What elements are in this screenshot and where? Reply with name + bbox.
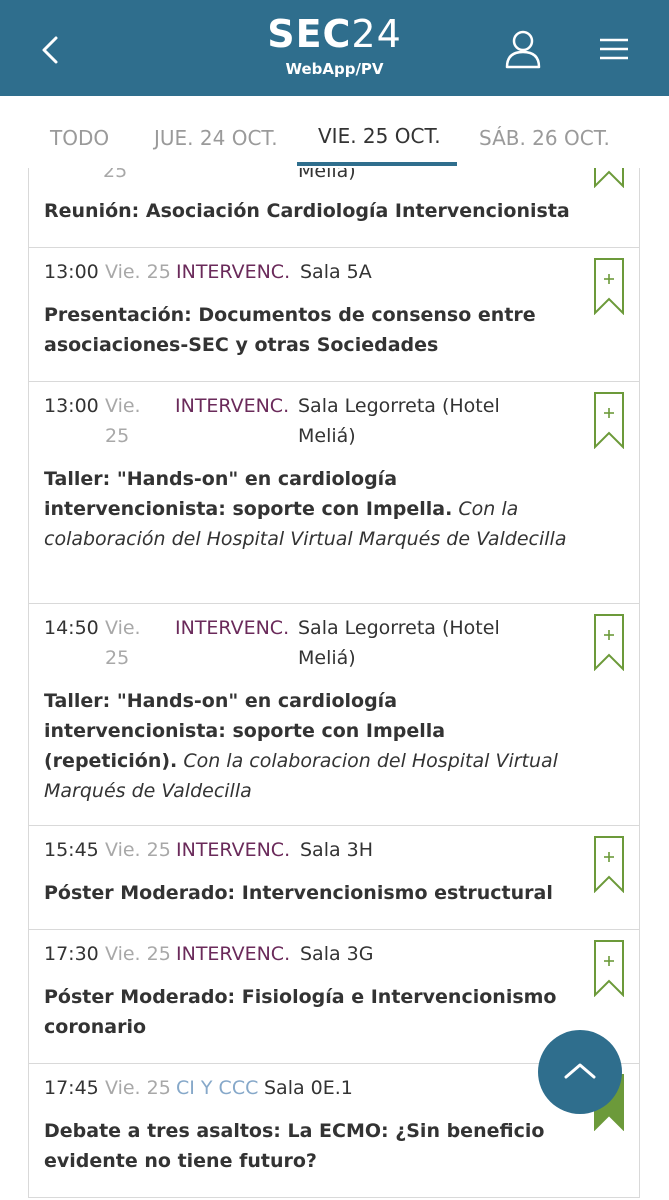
tab-jue-24[interactable]: JUE. 24 OCT. <box>154 126 278 150</box>
session-card[interactable]: 14:50 Vie. 25 INTERVENC. Sala Legorreta … <box>28 604 640 826</box>
logo-sec: SEC <box>267 12 352 56</box>
active-tab-indicator <box>297 162 457 166</box>
bookmark-add-icon[interactable] <box>593 835 625 893</box>
session-category[interactable]: INTERVENC. <box>176 257 290 287</box>
tab-sab-26[interactable]: SÁB. 26 OCT. <box>479 126 610 150</box>
session-category[interactable]: CI Y CCC <box>176 1073 258 1103</box>
app-logo: SEC24 WebApp/PV <box>0 12 669 78</box>
session-card[interactable]: 15:45 Vie. 25 INTERVENC. Sala 3H Póster … <box>28 826 640 930</box>
session-title: Reunión: Asociación Cardiología Interven… <box>44 200 570 222</box>
session-title-block: Póster Moderado: Fisiología e Intervenci… <box>44 982 584 1042</box>
session-title-block: Póster Moderado: Intervencionismo estruc… <box>44 878 584 908</box>
session-category[interactable]: INTERVENC. <box>175 391 289 421</box>
tab-vie-25[interactable]: VIE. 25 OCT. <box>318 124 441 148</box>
bookmark-add-icon[interactable] <box>593 257 625 315</box>
user-icon <box>505 30 541 69</box>
session-time: 15:45 <box>44 839 99 861</box>
session-time: 17:30 <box>44 943 99 965</box>
session-title-block: Reunión: Asociación Cardiología Interven… <box>44 196 584 226</box>
bookmark-add-icon[interactable] <box>593 939 625 997</box>
user-button[interactable] <box>502 28 544 70</box>
session-title-block: Debate a tres asaltos: La ECMO: ¿Sin ben… <box>44 1116 584 1176</box>
session-title-block: Taller: "Hands-on" en cardiología interv… <box>44 686 584 806</box>
session-room: Sala 3G <box>300 943 374 965</box>
session-category[interactable]: INTERVENC. <box>176 939 290 969</box>
session-room: Sala Legorreta (Hotel Meliá) <box>298 395 500 447</box>
chevron-up-icon <box>564 1063 596 1079</box>
session-time: 17:45 <box>44 1077 99 1099</box>
session-day: Vie. 25 <box>105 261 171 283</box>
session-card[interactable]: 13:00 Vie. 25 INTERVENC. Sala 5A Present… <box>28 248 640 382</box>
session-title: Taller: "Hands-on" en cardiología interv… <box>44 468 453 520</box>
bookmark-add-icon[interactable] <box>593 613 625 671</box>
session-day: Vie. 25 <box>105 943 171 965</box>
session-title-block: Taller: "Hands-on" en cardiología interv… <box>44 464 584 554</box>
tab-todo[interactable]: TODO <box>50 126 109 150</box>
session-time: 13:00 <box>44 395 99 417</box>
app-subtitle: WebApp/PV <box>285 60 384 78</box>
session-time: 13:00 <box>44 261 99 283</box>
session-room: Sala 3H <box>300 839 374 861</box>
session-room: Sala Legorreta (Hotel Meliá) <box>298 617 500 669</box>
session-title: Debate a tres asaltos: La ECMO: ¿Sin ben… <box>44 1120 545 1172</box>
session-day: Vie. 25 <box>105 617 141 669</box>
bookmark-add-icon[interactable] <box>593 391 625 449</box>
session-time: 14:50 <box>44 617 99 639</box>
scroll-to-top-button[interactable] <box>538 1030 622 1114</box>
session-title: Póster Moderado: Fisiología e Intervenci… <box>44 986 557 1038</box>
session-category[interactable]: INTERVENC. <box>176 835 290 865</box>
hamburger-menu-icon <box>600 38 628 60</box>
session-category[interactable]: INTERVENC. <box>175 613 289 643</box>
bookmark-add-icon[interactable] <box>593 168 625 188</box>
session-room-partial: Meliá) <box>298 168 356 182</box>
session-day: Vie. 25 <box>105 395 141 447</box>
day-tabs: TODO JUE. 24 OCT. VIE. 25 OCT. SÁB. 26 O… <box>0 96 669 168</box>
menu-button[interactable] <box>598 36 630 62</box>
logo-year: 24 <box>351 12 402 56</box>
session-day-partial: 25 <box>103 168 128 182</box>
session-card[interactable]: 13:00 Vie. 25 INTERVENC. Sala Legorreta … <box>28 382 640 604</box>
app-header: SEC24 WebApp/PV <box>0 0 669 96</box>
session-title-block: Presentación: Documentos de consenso ent… <box>44 300 584 360</box>
session-day: Vie. 25 <box>105 839 171 861</box>
session-room: Sala 5A <box>300 261 372 283</box>
session-title: Póster Moderado: Intervencionismo estruc… <box>44 882 553 904</box>
session-title: Presentación: Documentos de consenso ent… <box>44 304 536 356</box>
session-room: Sala 0E.1 <box>264 1077 353 1099</box>
session-card[interactable]: 25 Meliá) Reunión: Asociación Cardiologí… <box>28 168 640 248</box>
session-day: Vie. 25 <box>105 1077 171 1099</box>
